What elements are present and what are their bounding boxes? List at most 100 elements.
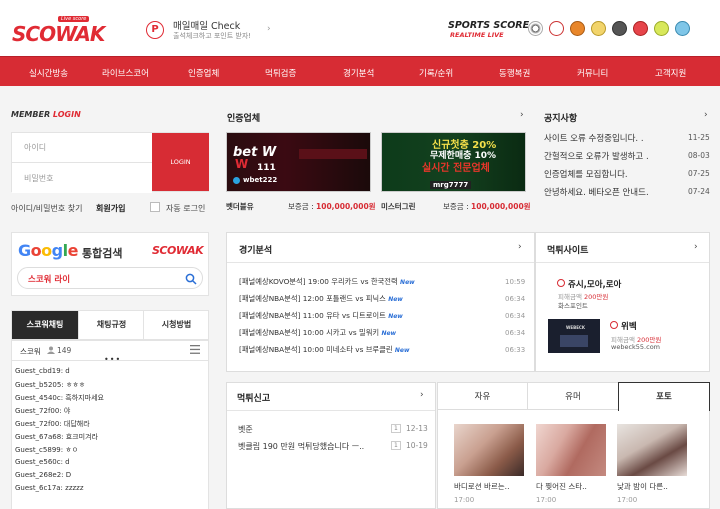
chevron-right-icon: › [267,24,271,34]
banner-telegram: wbet222 [243,176,278,184]
new-badge: New [388,313,403,320]
nav-verification[interactable]: 먹튀검증 [265,67,296,79]
site-logo[interactable]: Live score SCOWAK [12,16,108,46]
banner-telegram: mrg7777 [430,181,472,189]
report-item[interactable]: 벳클립 190 만원 먹튀당했습니다 ㅡ.. [238,441,364,452]
sports-score-text: SPORTS SCORE [448,20,530,31]
analysis-time: 06:34 [505,295,526,303]
chat-message: Guest_6c17a: zzzzz [15,484,84,492]
analysis-text: [패널예상NBA분석] 10:00 시카고 vs 밀워키 [239,328,380,337]
thumb-text: WEBECK [566,325,585,330]
football-icon[interactable] [633,21,648,36]
search-icon[interactable] [185,273,197,285]
tab-humor[interactable]: 유머 [527,382,619,410]
report-title: 먹튀신고 [237,394,271,404]
banner-number: 111 [257,163,276,173]
cert-guarantee: 보증금 : 100,000,000원 [288,201,376,212]
scam-site-name[interactable]: 위벡 [621,320,637,332]
nav-certified[interactable]: 인증업체 [188,67,219,79]
nav-records[interactable]: 기록/순위 [419,67,453,79]
report-item[interactable]: 벳준 [238,424,253,435]
scam-thumbnail[interactable]: WEBECK [548,319,600,353]
analysis-item[interactable]: [패널예상NBA분석] 11:00 유타 vs 디트로이트 New [239,311,403,321]
notice-item[interactable]: 인증업체를 모집합니다. [544,168,628,180]
photo-time: 17:00 [536,496,557,504]
chat-message: Guest_cbd19: d [15,367,70,375]
chevron-right-icon[interactable]: › [694,242,698,252]
analysis-item[interactable]: [패널예상KOVO분석] 19:00 우리카드 vs 한국전력 New [239,277,415,287]
check-subtitle: 출석체크하고 포인트 받자! [173,32,252,40]
tab-photo[interactable]: 포토 [618,382,710,411]
photo-caption[interactable]: 다 찢어진 스타.. [536,481,587,492]
analysis-time: 06:34 [505,312,526,320]
baseball-icon[interactable] [549,21,564,36]
analysis-text: [패널예상NBA분석] 11:00 유타 vs 디트로이트 [239,311,386,320]
soccer-icon[interactable] [528,21,543,36]
analysis-item[interactable]: [패널예상NBA분석] 10:00 시카고 vs 밀워키 New [239,328,396,338]
nav-community[interactable]: 커뮤니티 [577,67,608,79]
tennis-icon[interactable] [654,21,669,36]
join-link[interactable]: 회원가입 [96,203,125,214]
id-input[interactable] [12,133,152,163]
chevron-right-icon[interactable]: › [704,110,708,120]
analysis-item[interactable]: [패널예상NBA분석] 10:00 미네소타 vs 브루클린 New [239,345,410,355]
login-button[interactable]: LOGIN [152,133,209,191]
chat-user-count: 149 [57,346,72,355]
notice-item[interactable]: 사이트 오류 수정중입니다. . [544,132,644,144]
analysis-item[interactable]: [패널예상NBA분석] 12:00 포틀랜드 vs 피닉스 New [239,294,403,304]
photo-thumbnail[interactable] [617,424,687,476]
photo-caption[interactable]: 바디로션 바르는.. [454,481,509,492]
photo-thumbnail[interactable] [536,424,606,476]
tab-chat[interactable]: 스코워채팅 [12,311,78,339]
check-title: 매일매일 Check [173,21,241,32]
cert-banner-mrgreen[interactable]: 신규첫충 20% 무제한매충 10% 실시간 전문업체 mrg7777 [381,132,526,192]
hockey-icon[interactable] [612,21,627,36]
nav-support[interactable]: 고객지원 [655,67,686,79]
chat-message: Guest_b5205: ㅎㅎㅎ [15,381,86,389]
notice-item[interactable]: 안녕하세요. 베타오픈 안내드. [544,186,649,198]
menu-icon[interactable] [190,345,200,355]
volleyball-icon[interactable] [591,21,606,36]
sports-score-logo[interactable]: SPORTS SCORE REALTIME LIVE [448,20,530,39]
member-login-title: MEMBER LOGIN [11,110,81,119]
auto-login-checkbox[interactable] [150,202,160,212]
cert-name[interactable]: 미스터그린 [381,201,416,212]
comment-count: 1 [391,424,401,433]
globe-icon[interactable] [675,21,690,36]
nav-live-score[interactable]: 라이브스코어 [102,67,149,79]
daily-check[interactable]: P 매일매일 Check 출석체크하고 포인트 받자! › [146,18,286,42]
header: Live score SCOWAK P 매일매일 Check 출석체크하고 포인… [0,0,720,56]
sport-icons [528,21,690,37]
notice-item[interactable]: 간헐적으로 오류가 발생하고 . [544,150,649,162]
password-input[interactable] [12,163,152,193]
cert-banner-betw[interactable]: bet W W 111 wbet222 [226,132,371,192]
chevron-right-icon[interactable]: › [420,390,424,400]
chat-message: Guest_72f00: 대답해라 [15,420,90,428]
divider [536,262,709,263]
nav-analysis[interactable]: 경기분석 [343,67,374,79]
realtime-live-text: REALTIME LIVE [450,31,504,39]
chat-message: Guest_c5899: ㅎㅇ [15,446,79,454]
nav-live-broadcast[interactable]: 실시간방송 [29,67,68,79]
chat-message: Guest_4540c: 흑하지마세요 [15,394,104,402]
photo-caption[interactable]: 낮과 밤이 다른.. [617,481,668,492]
chevron-right-icon[interactable]: › [520,110,524,120]
tab-free[interactable]: 자유 [437,382,528,410]
search-input[interactable]: 스코워 라이 [17,267,203,289]
guarantee-label: 보증금 : [288,202,314,211]
ban-icon [557,279,565,287]
chat-message: Guest_72f00: 야 [15,407,71,415]
cert-name[interactable]: 벳더블유 [226,201,254,212]
analysis-text: [패널예상NBA분석] 10:00 미네소타 vs 브루클린 [239,345,393,354]
find-account-link[interactable]: 아이디/비밀번호 찾기 [11,203,82,214]
search-value: 스코워 라이 [28,275,71,285]
analysis-text: [패널예상KOVO분석] 19:00 우리카드 vs 한국전력 [239,277,398,286]
basketball-icon[interactable] [570,21,585,36]
tab-how-to-watch[interactable]: 시청방법 [143,311,209,339]
nav-lottery[interactable]: 동행복권 [499,67,530,79]
scam-site-name[interactable]: 쥬시,모아,로아 [568,278,621,290]
google-logo: Google [18,241,78,260]
tab-chat-rules[interactable]: 채팅규정 [78,311,144,339]
chevron-right-icon[interactable]: › [518,242,522,252]
photo-thumbnail[interactable] [454,424,524,476]
